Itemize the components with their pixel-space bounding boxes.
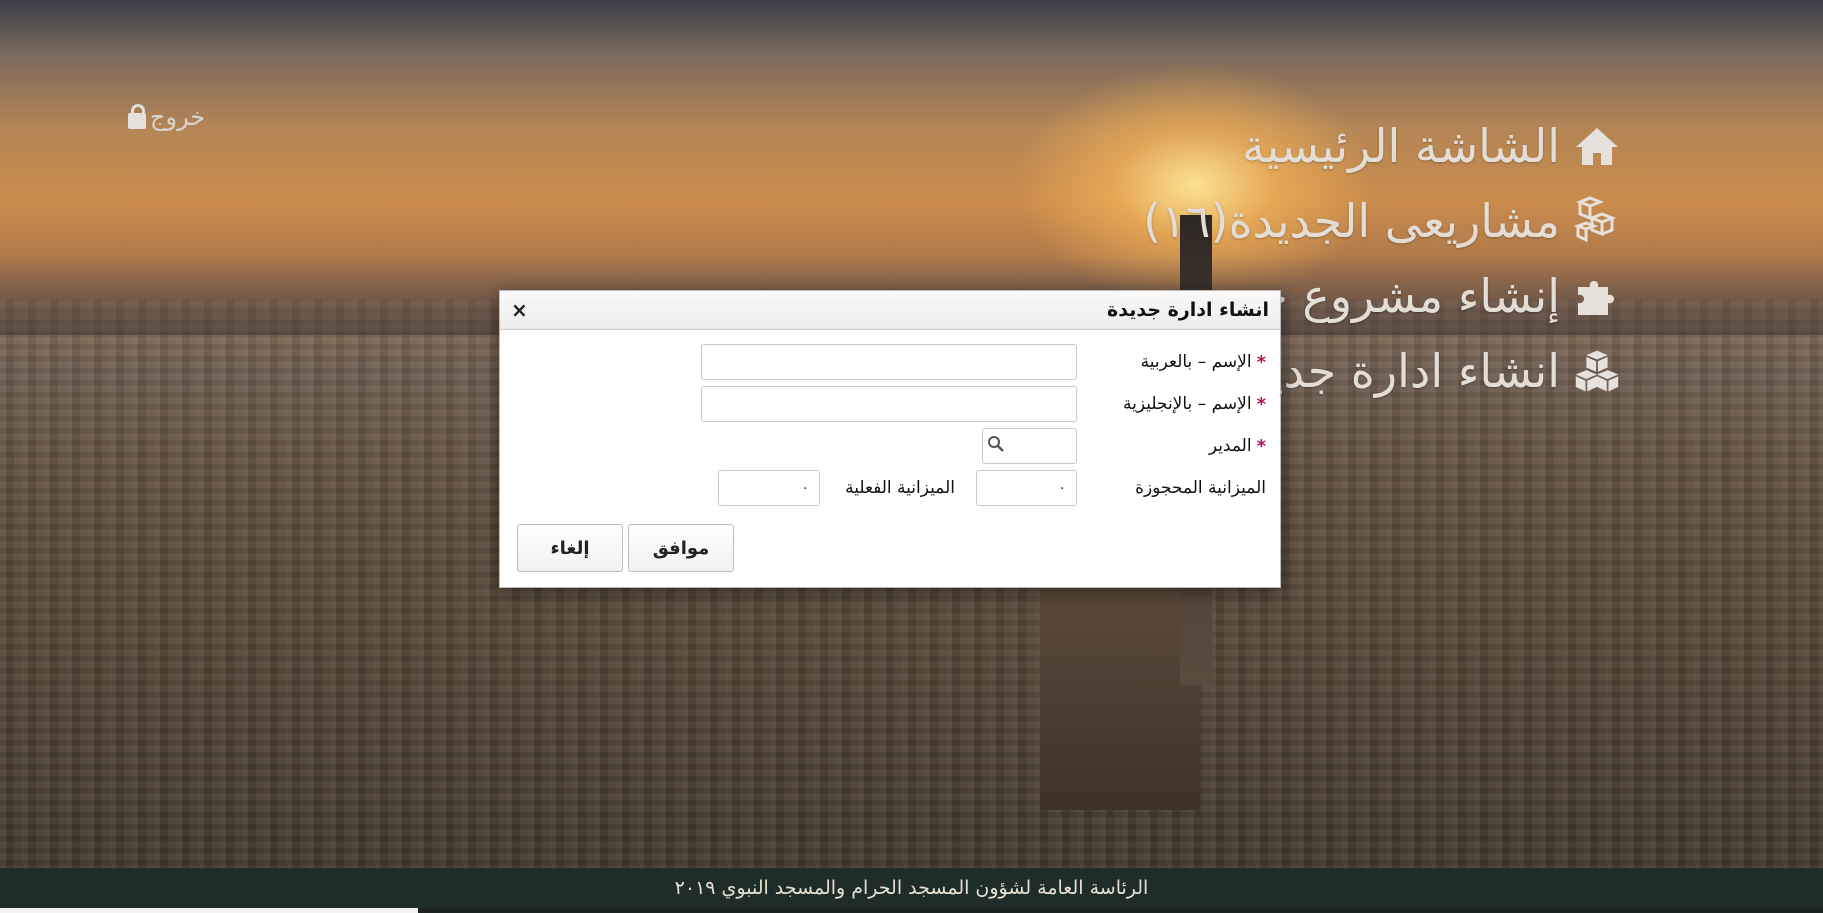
manager-search-input[interactable] [982, 428, 1077, 464]
menu-item-my-projects[interactable]: مشاريعى الجديدة(١٦) [1020, 183, 1620, 258]
lock-icon [128, 104, 146, 129]
dialog-title: انشاء ادارة جديدة [1107, 299, 1269, 321]
required-mark: * [1256, 435, 1266, 457]
actual-budget-input[interactable]: ٠ [718, 470, 820, 506]
ok-button[interactable]: موافق [628, 524, 734, 572]
name-ar-row: * الإسم – بالعربية [1141, 343, 1266, 381]
reserved-budget-label: الميزانية المحجوزة [1135, 478, 1266, 498]
scrollbar-thumb[interactable] [0, 908, 418, 913]
search-icon[interactable] [987, 435, 1005, 457]
footer: الرئاسة العامة لشؤون المسجد الحرام والمس… [0, 868, 1823, 908]
bottom-scrollbar[interactable] [0, 908, 1823, 913]
required-mark: * [1256, 393, 1266, 415]
cubes-outline-icon [1574, 195, 1620, 244]
close-icon[interactable]: × [511, 300, 528, 320]
logout-label: خروج [150, 103, 206, 131]
footer-copyright: الرئاسة العامة لشؤون المسجد الحرام والمس… [674, 877, 1149, 899]
logout-link[interactable]: خروج [128, 103, 205, 131]
reserved-budget-row: الميزانية المحجوزة [1135, 469, 1266, 507]
menu-label-my-projects: مشاريعى الجديدة(١٦) [1143, 193, 1560, 248]
menu-item-home[interactable]: الشاشة الرئيسية [1020, 108, 1620, 183]
menu-label-home: الشاشة الرئيسية [1241, 118, 1560, 173]
required-mark: * [1256, 351, 1266, 373]
cancel-button[interactable]: إلغاء [517, 524, 623, 572]
dialog-header: انشاء ادارة جديدة × [500, 291, 1280, 330]
actual-budget-row: الميزانية الفعلية [845, 469, 955, 507]
cubes-icon [1574, 348, 1620, 394]
reserved-budget-input[interactable]: ٠ [976, 470, 1077, 506]
name-en-label: الإسم – بالإنجليزية [1122, 394, 1252, 414]
create-department-dialog: انشاء ادارة جديدة × * الإسم – بالعربية *… [499, 290, 1281, 588]
name-en-row: * الإسم – بالإنجليزية [1123, 385, 1266, 423]
name-ar-label: الإسم – بالعربية [1140, 352, 1252, 372]
home-icon [1574, 123, 1620, 169]
manager-label: المدير [1208, 436, 1252, 456]
background-building [1040, 580, 1200, 810]
name-en-input[interactable] [701, 386, 1077, 422]
manager-row: * المدير [1209, 427, 1266, 465]
puzzle-icon [1574, 273, 1620, 319]
name-ar-input[interactable] [701, 344, 1077, 380]
actual-budget-label: الميزانية الفعلية [845, 478, 955, 498]
